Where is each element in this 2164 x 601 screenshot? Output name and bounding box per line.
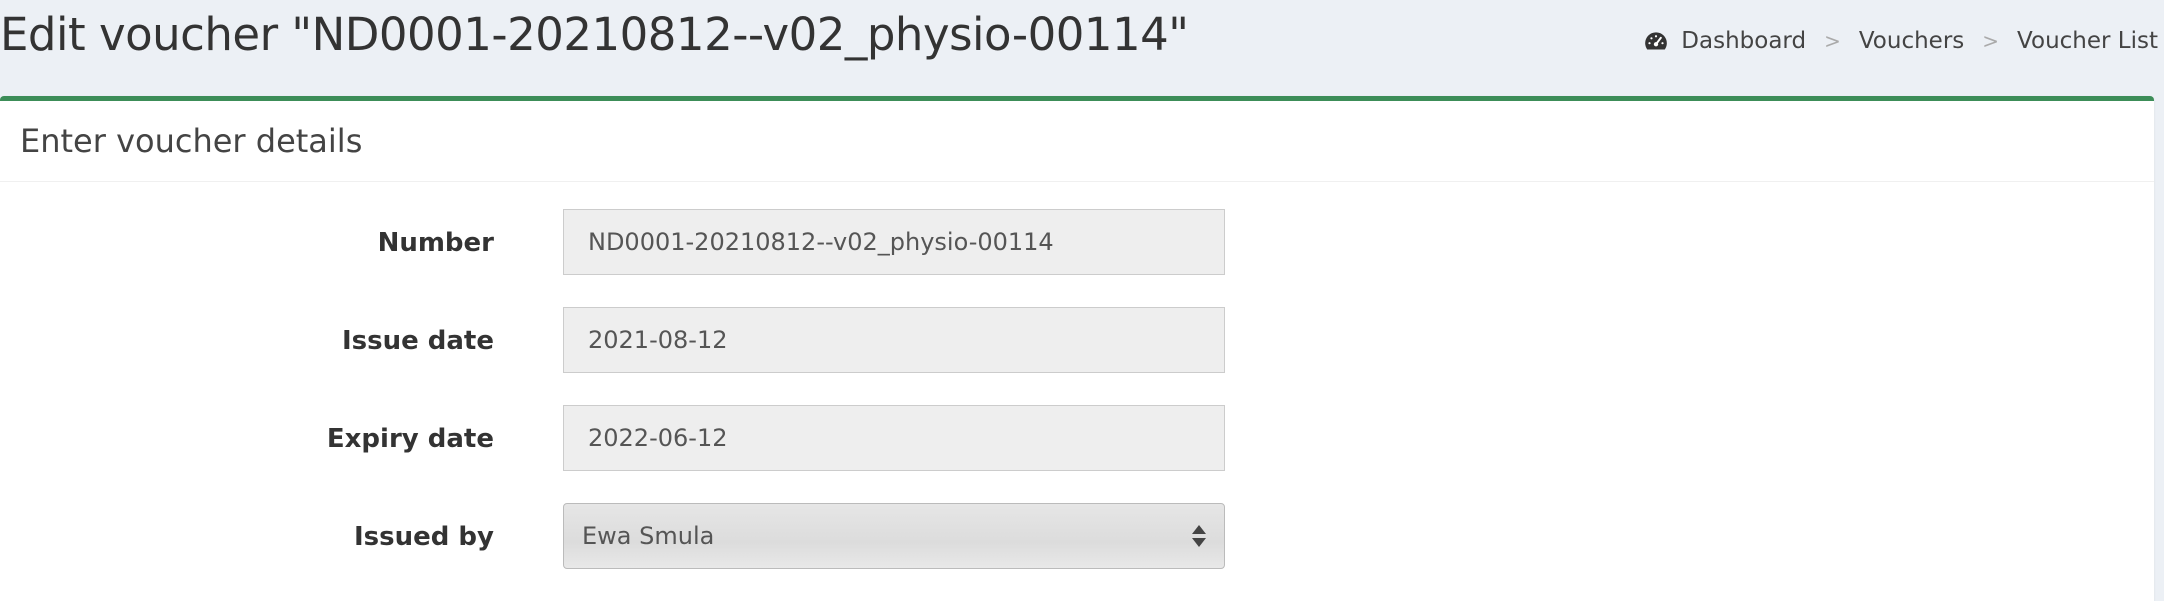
panel-title: Enter voucher details: [20, 122, 363, 160]
expiry-date-row: Expiry date 2022-06-12: [0, 405, 2154, 473]
number-label: Number: [377, 228, 494, 258]
voucher-details-panel: Enter voucher details Number ND0001-2021…: [0, 96, 2154, 601]
breadcrumb-item-vouchers[interactable]: Vouchers: [1859, 28, 1964, 54]
dashboard-icon: [1645, 32, 1668, 50]
breadcrumb-item-voucher-list[interactable]: Voucher List: [2017, 28, 2158, 54]
number-field[interactable]: ND0001-20210812--v02_physio-00114: [563, 209, 1225, 275]
page-title: Edit voucher "ND0001-20210812--v02_physi…: [0, 8, 1189, 61]
issue-date-label: Issue date: [341, 326, 494, 356]
panel-header: Enter voucher details: [0, 101, 2154, 182]
number-row: Number ND0001-20210812--v02_physio-00114: [0, 209, 2154, 277]
expiry-date-field[interactable]: 2022-06-12: [563, 405, 1225, 471]
breadcrumb-separator: >: [1982, 29, 2000, 53]
issued-by-select[interactable]: Ewa Smula: [563, 503, 1225, 569]
select-arrows-icon: [1192, 525, 1206, 547]
breadcrumb-separator: >: [1824, 29, 1841, 53]
issued-by-selected-value: Ewa Smula: [582, 522, 715, 550]
expiry-date-label: Expiry date: [326, 424, 494, 454]
breadcrumb: Dashboard > Vouchers > Voucher List: [1643, 28, 2158, 54]
breadcrumb-label-dashboard: Dashboard: [1681, 28, 1807, 54]
breadcrumb-item-dashboard[interactable]: Dashboard: [1643, 28, 1806, 54]
issue-date-row: Issue date 2021-08-12: [0, 307, 2154, 375]
issue-date-field[interactable]: 2021-08-12: [563, 307, 1225, 373]
issued-by-label: Issued by: [354, 522, 494, 552]
issued-by-row: Issued by Ewa Smula: [0, 503, 2154, 571]
